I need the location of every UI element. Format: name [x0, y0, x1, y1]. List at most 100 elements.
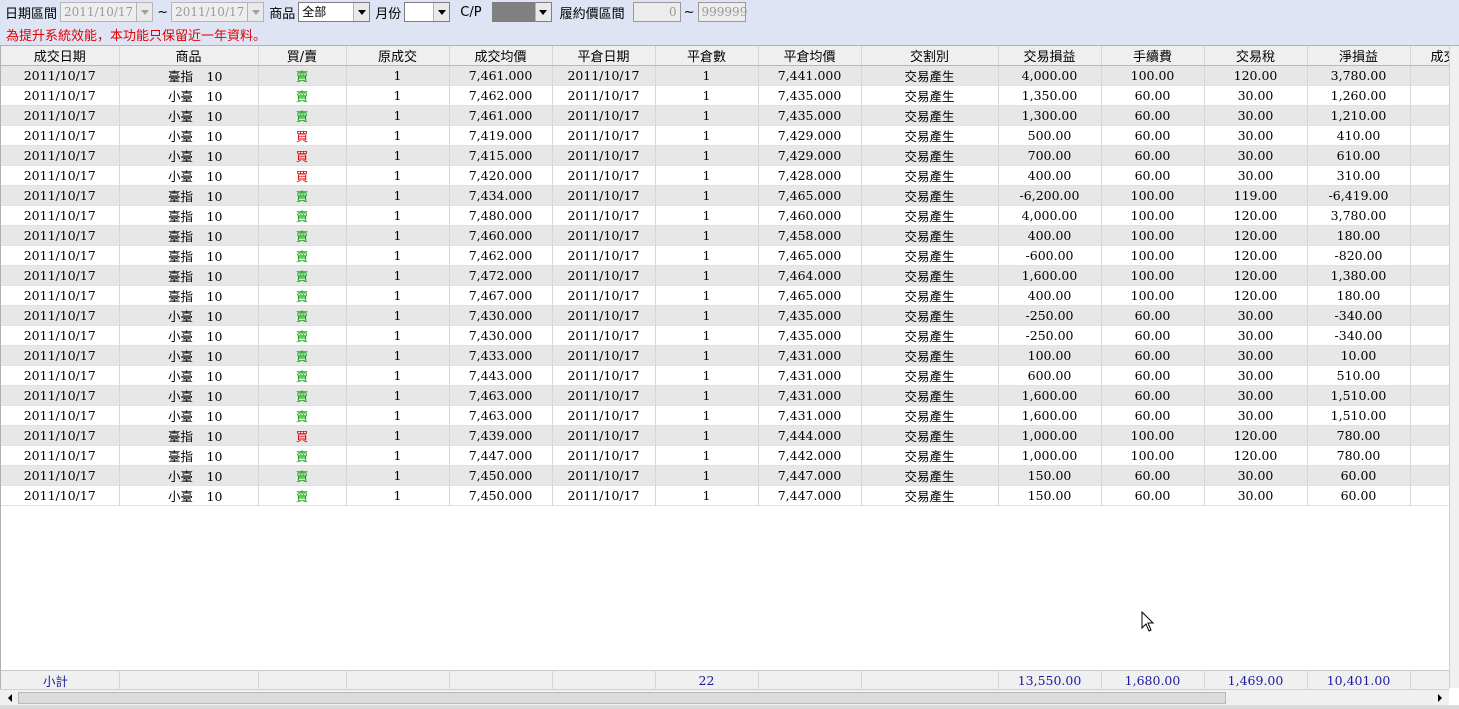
cell-settle-type: 交易產生	[861, 165, 999, 186]
cell-product: 小臺 10	[119, 105, 259, 126]
table-row[interactable]: 2011/10/17 小臺 10 賣 1 7,462.000 2011/10/17 1 7,43…	[1, 85, 1450, 106]
cell-close-avg: 7,444.000	[758, 425, 862, 446]
cell-trade-date: 2011/10/17	[1, 85, 120, 106]
table-row[interactable]: 2011/10/17 臺指 10 賣 1 7,434.000 2011/10/17 1 7,46…	[1, 185, 1450, 206]
table-row[interactable]: 2011/10/17 小臺 10 賣 1 7,443.000 2011/10/17 1 7,43…	[1, 365, 1450, 386]
dropdown-arrow-icon[interactable]	[247, 3, 264, 21]
cell-trade-more: v	[1410, 485, 1450, 506]
header-orig-qty[interactable]: 原成交	[346, 46, 450, 66]
table-row[interactable]: 2011/10/17 臺指 10 賣 1 7,472.000 2011/10/17 1 7,46…	[1, 265, 1450, 286]
cell-tax: 120.00	[1204, 225, 1308, 246]
month-select[interactable]	[404, 2, 451, 22]
cell-orig-qty: 1	[346, 305, 450, 326]
horizontal-scroll-thumb[interactable]	[18, 692, 1226, 704]
cell-settle-type: 交易產生	[861, 185, 999, 206]
cell-trade-pnl: -6,200.00	[998, 185, 1102, 206]
header-fee[interactable]: 手續費	[1101, 46, 1205, 66]
table-row[interactable]: 2011/10/17 臺指 10 賣 1 7,480.000 2011/10/17 1 7,46…	[1, 205, 1450, 226]
cell-net-pnl: 610.00	[1307, 145, 1411, 166]
table-row[interactable]: 2011/10/17 臺指 10 買 1 7,439.000 2011/10/17 1 7,44…	[1, 425, 1450, 446]
header-net-pnl[interactable]: 淨損益	[1307, 46, 1411, 66]
cell-side: 買	[258, 125, 347, 146]
header-trade-date[interactable]: 成交日期	[1, 46, 120, 66]
table-row[interactable]: 2011/10/17 小臺 10 買 1 7,420.000 2011/10/17 1 7,42…	[1, 165, 1450, 186]
table-row[interactable]: 2011/10/17 小臺 10 賣 1 7,463.000 2011/10/17 1 7,43…	[1, 405, 1450, 426]
table-row[interactable]: 2011/10/17 小臺 10 賣 1 7,461.000 2011/10/17 1 7,43…	[1, 105, 1450, 126]
table-row[interactable]: 2011/10/17 臺指 10 賣 1 7,447.000 2011/10/17 1 7,44…	[1, 445, 1450, 466]
header-close-qty[interactable]: 平倉數	[655, 46, 759, 66]
cp-select[interactable]	[491, 2, 552, 22]
scroll-right-arrow-icon[interactable]	[1432, 690, 1447, 706]
header-trade-more[interactable]: 成交	[1410, 46, 1450, 66]
cell-tax: 30.00	[1204, 385, 1308, 406]
date-to-value: 2011/10/17	[175, 5, 245, 19]
product-name: 小臺	[168, 309, 194, 324]
cell-trade-date: 2011/10/17	[1, 425, 120, 446]
product-name: 小臺	[168, 129, 194, 144]
cell-trade-pnl: 400.00	[998, 285, 1102, 306]
table-row[interactable]: 2011/10/17 小臺 10 賣 1 7,430.000 2011/10/17 1 7,43…	[1, 305, 1450, 326]
table-row[interactable]: 2011/10/17 小臺 10 買 1 7,415.000 2011/10/17 1 7,42…	[1, 145, 1450, 166]
table-row[interactable]: 2011/10/17 小臺 10 賣 1 7,450.000 2011/10/17 1 7,44…	[1, 465, 1450, 486]
cell-orig-qty: 1	[346, 465, 450, 486]
scroll-left-arrow-icon[interactable]	[2, 690, 17, 706]
cell-net-pnl: 180.00	[1307, 285, 1411, 306]
header-settle-type[interactable]: 交割別	[861, 46, 999, 66]
cell-avg-price: 7,462.000	[449, 245, 553, 266]
cell-close-avg: 7,429.000	[758, 145, 862, 166]
cell-side: 賣	[258, 345, 347, 366]
header-close-date[interactable]: 平倉日期	[552, 46, 656, 66]
table-row[interactable]: 2011/10/17 臺指 10 賣 1 7,467.000 2011/10/17 1 7,46…	[1, 285, 1450, 306]
cell-tax: 30.00	[1204, 325, 1308, 346]
date-to-select[interactable]: 2011/10/17	[171, 2, 265, 22]
table-header-row: 成交日期 商品 買/賣 原成交 成交均價 平倉日期 平倉數 平倉均價 交割別 交易損益 手續費 交易稅…	[1, 46, 1450, 66]
table-row[interactable]: 2011/10/17 臺指 10 賣 1 7,461.000 2011/10/17 1 7,44…	[1, 65, 1450, 86]
header-trade-pnl[interactable]: 交易損益	[998, 46, 1102, 66]
strike-from-input[interactable]: 0	[632, 2, 681, 22]
cell-close-qty: 1	[655, 225, 759, 246]
cell-close-avg: 7,465.000	[758, 245, 862, 266]
header-side[interactable]: 買/賣	[258, 46, 347, 66]
cell-trade-date: 2011/10/17	[1, 365, 120, 386]
header-close-avg[interactable]: 平倉均價	[758, 46, 862, 66]
dropdown-arrow-icon[interactable]	[433, 3, 450, 21]
cell-avg-price: 7,439.000	[449, 425, 553, 446]
cell-trade-date: 2011/10/17	[1, 245, 120, 266]
cell-trade-more: v	[1410, 205, 1450, 226]
dropdown-arrow-icon[interactable]	[136, 3, 153, 21]
cell-settle-type: 交易產生	[861, 145, 999, 166]
cell-avg-price: 7,415.000	[449, 145, 553, 166]
dropdown-arrow-icon[interactable]	[353, 3, 370, 21]
table-row[interactable]: 2011/10/17 小臺 10 賣 1 7,463.000 2011/10/17 1 7,43…	[1, 385, 1450, 406]
cell-close-date: 2011/10/17	[552, 485, 656, 506]
product-select[interactable]: 全部	[298, 2, 371, 22]
dropdown-arrow-icon[interactable]	[534, 3, 551, 21]
table-row[interactable]: 2011/10/17 小臺 10 賣 1 7,430.000 2011/10/17 1 7,43…	[1, 325, 1450, 346]
cell-settle-type: 交易產生	[861, 245, 999, 266]
cell-side: 賣	[258, 105, 347, 126]
vertical-scrollbar[interactable]	[1449, 46, 1459, 688]
cell-fee: 100.00	[1101, 65, 1205, 86]
horizontal-scrollbar[interactable]	[0, 689, 1449, 706]
cell-fee: 60.00	[1101, 485, 1205, 506]
cell-trade-date: 2011/10/17	[1, 125, 120, 146]
table-row[interactable]: 2011/10/17 小臺 10 買 1 7,419.000 2011/10/17 1 7,42…	[1, 125, 1450, 146]
cell-trade-pnl: 4,000.00	[998, 65, 1102, 86]
table-row[interactable]: 2011/10/17 臺指 10 賣 1 7,462.000 2011/10/17 1 7,46…	[1, 245, 1450, 266]
header-tax[interactable]: 交易稅	[1204, 46, 1308, 66]
header-avg-price[interactable]: 成交均價	[449, 46, 553, 66]
table-row[interactable]: 2011/10/17 小臺 10 賣 1 7,433.000 2011/10/17 1 7,43…	[1, 345, 1450, 366]
trade-grid[interactable]: 成交日期 商品 買/賣 原成交 成交均價 平倉日期 平倉數 平倉均價 交割別 交易損益 手續費 交易稅…	[0, 46, 1450, 688]
cell-close-qty: 1	[655, 185, 759, 206]
cell-side: 賣	[258, 365, 347, 386]
cell-close-date: 2011/10/17	[552, 385, 656, 406]
product-month: 10	[206, 429, 223, 444]
table-row[interactable]: 2011/10/17 小臺 10 賣 1 7,450.000 2011/10/17 1 7,44…	[1, 485, 1450, 506]
date-from-select[interactable]: 2011/10/17	[60, 2, 154, 22]
cell-close-date: 2011/10/17	[552, 225, 656, 246]
header-product[interactable]: 商品	[119, 46, 259, 66]
cell-close-qty: 1	[655, 265, 759, 286]
product-name: 小臺	[168, 369, 194, 384]
table-row[interactable]: 2011/10/17 臺指 10 賣 1 7,460.000 2011/10/17 1 7,45…	[1, 225, 1450, 246]
strike-to-input[interactable]: 999999	[697, 2, 747, 22]
